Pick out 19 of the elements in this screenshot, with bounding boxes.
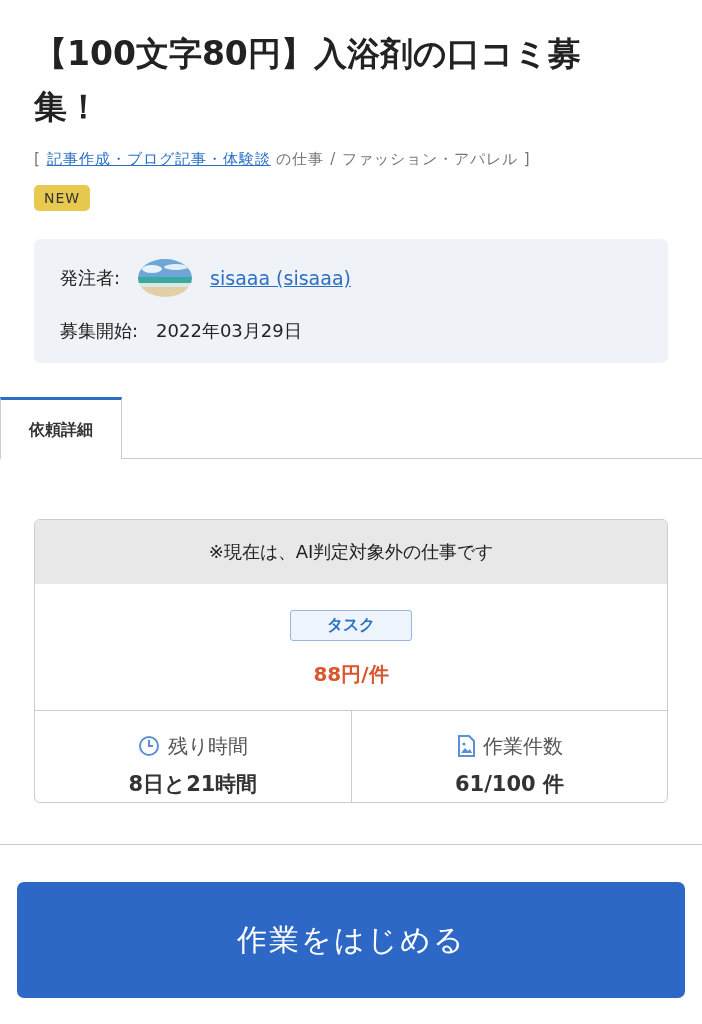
start-date: 2022年03月29日	[156, 318, 302, 343]
start-work-button[interactable]: 作業をはじめる	[17, 882, 685, 998]
clock-icon	[138, 735, 160, 758]
page-title: 【100文字80円】入浴剤の口コミ募集！	[34, 33, 582, 128]
new-badge: NEW	[34, 184, 91, 211]
ai-notice: ※現在は、AI判定対象外の仕事です	[35, 519, 667, 584]
price: 88円/件	[313, 660, 389, 688]
tab[interactable]: 依頼詳細	[0, 396, 122, 459]
client-label: 発注者:	[60, 265, 121, 290]
client-link[interactable]: sisaaa (sisaaa)	[210, 266, 351, 289]
image-file-icon	[456, 735, 475, 758]
category-link[interactable]: 記事作成・ブログ記事・体験談	[46, 149, 271, 168]
task-type-badge: タスク	[290, 609, 412, 641]
stat-label: 作業件数	[482, 732, 563, 760]
stat-value: 61/100 件	[454, 770, 564, 798]
stat-label: 残り時間	[168, 732, 248, 760]
start-label: 募集開始:	[60, 318, 139, 343]
category-breadcrumb: [ 記事作成・ブログ記事・体験談 の仕事 / ファッション・アパレル ]	[34, 149, 532, 169]
stat-value: 8日と21時間	[128, 770, 258, 798]
